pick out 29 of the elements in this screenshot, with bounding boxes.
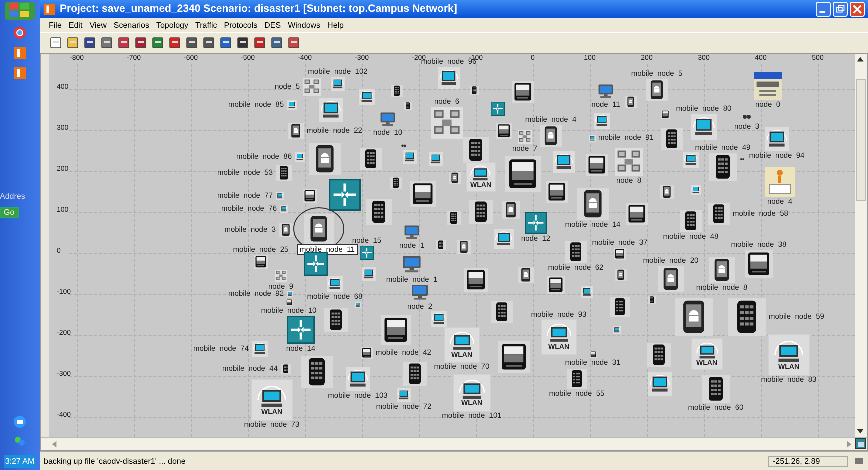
clock: 3:27 AM: [4, 455, 36, 468]
menu-item[interactable]: File: [49, 20, 62, 30]
menu-item[interactable]: Help: [328, 20, 344, 30]
window-view-icon[interactable]: [855, 438, 867, 450]
horizontal-scrollbar[interactable]: [41, 437, 867, 450]
app-icon: [43, 2, 56, 16]
cursor-coordinates: -251.26, 2.89: [768, 456, 848, 466]
menu-item[interactable]: Scenarios: [114, 20, 150, 30]
status-message: backing up file 'caodv-disaster1' ... done: [44, 456, 187, 466]
window-title: Project: save_unamed_2340 Scenario: disaster1 [Subnet: top.Campus Network]: [60, 3, 458, 15]
browser-icon[interactable]: [13, 26, 27, 40]
menu-item[interactable]: DES: [264, 20, 282, 30]
app-icon[interactable]: [13, 66, 27, 80]
menu-item[interactable]: Edit: [68, 20, 83, 30]
menu-item[interactable]: Topology: [156, 20, 188, 30]
restore-button[interactable]: [833, 2, 848, 16]
close-button[interactable]: [850, 2, 865, 16]
vertical-scrollbar[interactable]: [855, 54, 867, 437]
menu-item[interactable]: Protocols: [224, 20, 258, 30]
monitor-icon: [694, 342, 720, 360]
windows-logo-icon[interactable]: [5, 2, 35, 20]
minimize-button[interactable]: [816, 2, 831, 16]
app-icon[interactable]: [13, 46, 27, 60]
status-icon: [854, 456, 864, 466]
menu-item[interactable]: Windows: [288, 20, 321, 30]
menu-item[interactable]: Traffic: [196, 20, 218, 30]
address-label: Addres: [0, 192, 26, 201]
scroll-thumb[interactable]: [856, 79, 866, 201]
menu-item[interactable]: View: [90, 20, 107, 30]
